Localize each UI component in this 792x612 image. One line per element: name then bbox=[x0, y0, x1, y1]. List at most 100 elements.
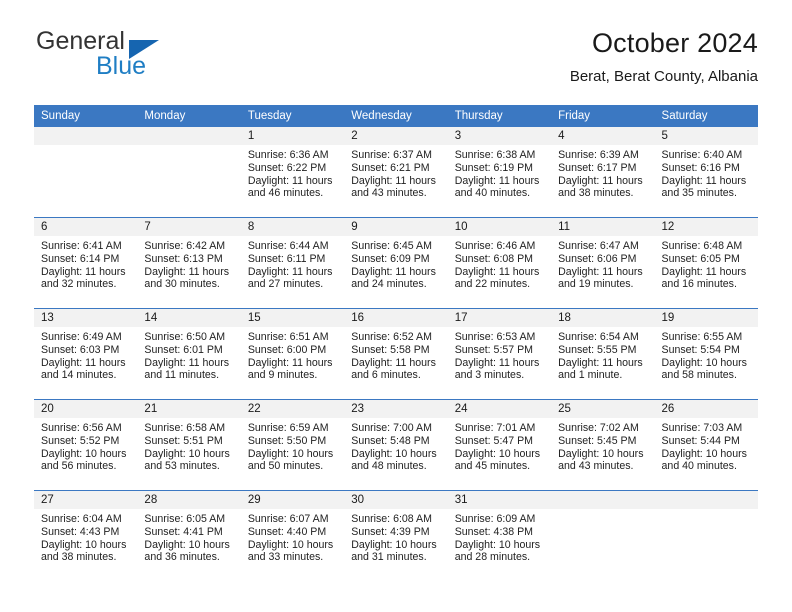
daylight-text: Daylight: 11 hours and 38 minutes. bbox=[558, 174, 643, 200]
calendar-day-cell[interactable]: 11 Sunrise: 6:47 AM Sunset: 6:06 PM Dayl… bbox=[551, 217, 655, 309]
sunset-text: Sunset: 6:17 PM bbox=[558, 161, 637, 174]
calendar-day-cell[interactable]: 7 Sunrise: 6:42 AM Sunset: 6:13 PM Dayli… bbox=[137, 217, 241, 309]
calendar-day-cell[interactable]: 24 Sunrise: 7:01 AM Sunset: 5:47 PM Dayl… bbox=[447, 399, 552, 491]
day-cell-inner: 31 Sunrise: 6:09 AM Sunset: 4:38 PM Dayl… bbox=[447, 491, 552, 581]
calendar-day-cell[interactable]: 10 Sunrise: 6:46 AM Sunset: 6:08 PM Dayl… bbox=[447, 217, 552, 309]
weekday-header-row: Sunday Monday Tuesday Wednesday Thursday… bbox=[34, 105, 758, 127]
calendar-day-cell[interactable] bbox=[34, 127, 138, 218]
calendar-day-cell[interactable]: 21 Sunrise: 6:58 AM Sunset: 5:51 PM Dayl… bbox=[137, 399, 241, 491]
calendar-day-cell[interactable]: 29 Sunrise: 6:07 AM Sunset: 4:40 PM Dayl… bbox=[240, 490, 345, 581]
day-cell-inner: 8 Sunrise: 6:44 AM Sunset: 6:11 PM Dayli… bbox=[240, 218, 345, 308]
calendar-day-cell[interactable]: 13 Sunrise: 6:49 AM Sunset: 6:03 PM Dayl… bbox=[34, 308, 138, 400]
calendar-day-cell[interactable]: 27 Sunrise: 6:04 AM Sunset: 4:43 PM Dayl… bbox=[34, 490, 138, 581]
day-info: Sunrise: 6:55 AM Sunset: 5:54 PM Dayligh… bbox=[655, 327, 758, 382]
day-info: Sunrise: 6:08 AM Sunset: 4:39 PM Dayligh… bbox=[344, 509, 447, 564]
calendar-day-cell[interactable]: 6 Sunrise: 6:41 AM Sunset: 6:14 PM Dayli… bbox=[34, 217, 138, 309]
day-info: Sunrise: 6:36 AM Sunset: 6:22 PM Dayligh… bbox=[241, 145, 344, 200]
sunrise-text: Sunrise: 6:55 AM bbox=[661, 331, 743, 343]
calendar-day-cell[interactable]: 30 Sunrise: 6:08 AM Sunset: 4:39 PM Dayl… bbox=[344, 490, 448, 581]
sunrise-text: Sunrise: 6:08 AM bbox=[351, 513, 432, 525]
day-cell-inner: 19 Sunrise: 6:55 AM Sunset: 5:54 PM Dayl… bbox=[654, 309, 758, 399]
calendar-day-cell[interactable]: 16 Sunrise: 6:52 AM Sunset: 5:58 PM Dayl… bbox=[344, 308, 448, 400]
day-number: 13 bbox=[34, 309, 138, 327]
day-cell-inner: 27 Sunrise: 6:04 AM Sunset: 4:43 PM Dayl… bbox=[34, 491, 138, 581]
calendar-head: Sunday Monday Tuesday Wednesday Thursday… bbox=[34, 105, 758, 127]
logo-text-blue: Blue bbox=[96, 52, 147, 80]
daylight-text: Daylight: 11 hours and 6 minutes. bbox=[351, 356, 436, 382]
calendar-day-cell[interactable]: 31 Sunrise: 6:09 AM Sunset: 4:38 PM Dayl… bbox=[447, 490, 552, 581]
calendar-day-cell[interactable]: 14 Sunrise: 6:50 AM Sunset: 6:01 PM Dayl… bbox=[137, 308, 241, 400]
calendar-day-cell[interactable]: 17 Sunrise: 6:53 AM Sunset: 5:57 PM Dayl… bbox=[447, 308, 552, 400]
sunrise-text: Sunrise: 6:54 AM bbox=[558, 331, 639, 343]
sunset-text: Sunset: 5:44 PM bbox=[661, 434, 740, 447]
location-subtitle: Berat, Berat County, Albania bbox=[569, 68, 758, 86]
calendar-day-cell[interactable]: 3 Sunrise: 6:38 AM Sunset: 6:19 PM Dayli… bbox=[447, 127, 552, 218]
day-number: 9 bbox=[344, 218, 448, 236]
sunset-text: Sunset: 5:45 PM bbox=[558, 434, 637, 447]
daylight-text: Daylight: 10 hours and 40 minutes. bbox=[661, 447, 747, 473]
day-info: Sunrise: 6:42 AM Sunset: 6:13 PM Dayligh… bbox=[137, 236, 240, 291]
sunrise-text: Sunrise: 6:58 AM bbox=[144, 422, 226, 434]
day-number: 30 bbox=[344, 491, 448, 509]
calendar-day-cell[interactable]: 2 Sunrise: 6:37 AM Sunset: 6:21 PM Dayli… bbox=[344, 127, 448, 218]
day-cell-inner: 3 Sunrise: 6:38 AM Sunset: 6:19 PM Dayli… bbox=[447, 127, 552, 217]
daylight-text: Daylight: 10 hours and 48 minutes. bbox=[351, 447, 437, 473]
day-cell-inner: 12 Sunrise: 6:48 AM Sunset: 6:05 PM Dayl… bbox=[654, 218, 758, 308]
calendar-day-cell[interactable] bbox=[137, 127, 241, 218]
calendar-day-cell[interactable]: 22 Sunrise: 6:59 AM Sunset: 5:50 PM Dayl… bbox=[240, 399, 345, 491]
sunrise-text: Sunrise: 6:42 AM bbox=[144, 240, 226, 252]
sunrise-text: Sunrise: 6:56 AM bbox=[41, 422, 122, 434]
calendar-day-cell[interactable]: 18 Sunrise: 6:54 AM Sunset: 5:55 PM Dayl… bbox=[551, 308, 655, 400]
daylight-text: Daylight: 11 hours and 14 minutes. bbox=[41, 356, 126, 382]
calendar-day-cell[interactable] bbox=[654, 490, 758, 581]
day-number: 4 bbox=[551, 127, 655, 145]
calendar-day-cell[interactable]: 9 Sunrise: 6:45 AM Sunset: 6:09 PM Dayli… bbox=[344, 217, 448, 309]
general-blue-logo[interactable]: General Blue bbox=[34, 28, 274, 90]
calendar-day-cell[interactable]: 5 Sunrise: 6:40 AM Sunset: 6:16 PM Dayli… bbox=[654, 127, 758, 218]
day-cell-inner: 9 Sunrise: 6:45 AM Sunset: 6:09 PM Dayli… bbox=[344, 218, 448, 308]
day-cell-inner: 21 Sunrise: 6:58 AM Sunset: 5:51 PM Dayl… bbox=[137, 400, 241, 490]
sunset-text: Sunset: 6:21 PM bbox=[351, 161, 430, 174]
day-number: 25 bbox=[551, 400, 655, 418]
calendar-week-row: 1 Sunrise: 6:36 AM Sunset: 6:22 PM Dayli… bbox=[34, 127, 758, 218]
day-info: Sunrise: 6:40 AM Sunset: 6:16 PM Dayligh… bbox=[655, 145, 758, 200]
day-info: Sunrise: 6:41 AM Sunset: 6:14 PM Dayligh… bbox=[34, 236, 137, 291]
day-cell-inner: 2 Sunrise: 6:37 AM Sunset: 6:21 PM Dayli… bbox=[344, 127, 448, 217]
sunrise-text: Sunrise: 6:05 AM bbox=[144, 513, 226, 525]
calendar-week-row: 13 Sunrise: 6:49 AM Sunset: 6:03 PM Dayl… bbox=[34, 308, 758, 400]
day-info: Sunrise: 6:53 AM Sunset: 5:57 PM Dayligh… bbox=[448, 327, 551, 382]
calendar-day-cell[interactable]: 26 Sunrise: 7:03 AM Sunset: 5:44 PM Dayl… bbox=[654, 399, 758, 491]
sunrise-text: Sunrise: 7:03 AM bbox=[661, 422, 743, 434]
sunrise-text: Sunrise: 6:07 AM bbox=[247, 513, 329, 525]
day-cell-inner: 11 Sunrise: 6:47 AM Sunset: 6:06 PM Dayl… bbox=[551, 218, 655, 308]
calendar-day-cell[interactable]: 25 Sunrise: 7:02 AM Sunset: 5:45 PM Dayl… bbox=[551, 399, 655, 491]
day-cell-inner: 24 Sunrise: 7:01 AM Sunset: 5:47 PM Dayl… bbox=[447, 400, 552, 490]
day-number: 26 bbox=[654, 400, 758, 418]
calendar-day-cell[interactable] bbox=[551, 490, 655, 581]
calendar-day-cell[interactable]: 20 Sunrise: 6:56 AM Sunset: 5:52 PM Dayl… bbox=[34, 399, 138, 491]
calendar-day-cell[interactable]: 1 Sunrise: 6:36 AM Sunset: 6:22 PM Dayli… bbox=[240, 127, 345, 218]
calendar-day-cell[interactable]: 28 Sunrise: 6:05 AM Sunset: 4:41 PM Dayl… bbox=[137, 490, 241, 581]
calendar-day-cell[interactable]: 23 Sunrise: 7:00 AM Sunset: 5:48 PM Dayl… bbox=[344, 399, 448, 491]
sunrise-text: Sunrise: 6:49 AM bbox=[41, 331, 122, 343]
calendar-day-cell[interactable]: 19 Sunrise: 6:55 AM Sunset: 5:54 PM Dayl… bbox=[654, 308, 758, 400]
weekday-header-saturday: Saturday bbox=[654, 105, 758, 127]
sunset-text: Sunset: 6:11 PM bbox=[247, 252, 326, 265]
calendar-day-cell[interactable]: 8 Sunrise: 6:44 AM Sunset: 6:11 PM Dayli… bbox=[240, 217, 345, 309]
calendar-day-cell[interactable]: 12 Sunrise: 6:48 AM Sunset: 6:05 PM Dayl… bbox=[654, 217, 758, 309]
daylight-text: Daylight: 11 hours and 19 minutes. bbox=[558, 265, 643, 291]
day-number: 27 bbox=[34, 491, 138, 509]
sunrise-text: Sunrise: 6:37 AM bbox=[351, 149, 432, 161]
daylight-text: Daylight: 10 hours and 43 minutes. bbox=[558, 447, 644, 473]
sunset-text: Sunset: 4:39 PM bbox=[351, 525, 430, 538]
sunset-text: Sunset: 6:16 PM bbox=[661, 161, 740, 174]
sunset-text: Sunset: 4:41 PM bbox=[144, 525, 223, 538]
day-info: Sunrise: 6:58 AM Sunset: 5:51 PM Dayligh… bbox=[137, 418, 240, 473]
sunrise-text: Sunrise: 6:40 AM bbox=[661, 149, 743, 161]
day-number: 16 bbox=[344, 309, 448, 327]
calendar-day-cell[interactable]: 15 Sunrise: 6:51 AM Sunset: 6:00 PM Dayl… bbox=[240, 308, 345, 400]
day-info: Sunrise: 7:00 AM Sunset: 5:48 PM Dayligh… bbox=[344, 418, 447, 473]
day-number: 24 bbox=[447, 400, 552, 418]
day-number: 22 bbox=[240, 400, 345, 418]
calendar-day-cell[interactable]: 4 Sunrise: 6:39 AM Sunset: 6:17 PM Dayli… bbox=[551, 127, 655, 218]
